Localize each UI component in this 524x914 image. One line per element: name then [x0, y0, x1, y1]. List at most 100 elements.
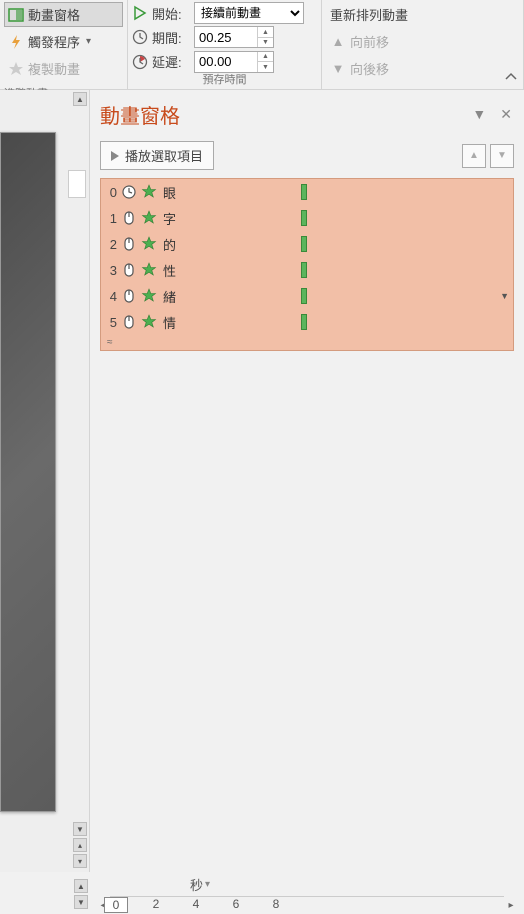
timeline-bar[interactable]	[301, 262, 307, 278]
ribbon: 動畫窗格 觸發程序 ▾ 複製動畫 進階動畫 開始: 接續前動畫	[0, 0, 524, 90]
move-earlier-button: ▲ 向前移	[326, 29, 519, 54]
effect-star-icon	[141, 288, 157, 304]
animation-index: 3	[107, 263, 117, 278]
ruler-tick[interactable]: 4	[184, 897, 208, 911]
collapse-list-button[interactable]: ≈	[101, 335, 513, 350]
animation-pane-button[interactable]: 動畫窗格	[4, 2, 123, 27]
copy-animation-label: 複製動畫	[28, 59, 80, 78]
item-menu-arrow[interactable]: ▼	[500, 291, 509, 301]
effect-star-icon	[141, 210, 157, 226]
animation-item[interactable]: 5情	[101, 309, 513, 335]
animation-item[interactable]: 3性	[101, 257, 513, 283]
ruler-scroll-right[interactable]: ▸	[504, 898, 518, 912]
ruler-tick[interactable]: 8	[264, 897, 288, 911]
play-selection-button[interactable]: 播放選取項目	[100, 141, 214, 170]
scroll-up-button[interactable]: ▲	[74, 879, 88, 893]
pane-icon	[8, 7, 24, 23]
star-icon	[8, 61, 24, 77]
ruler-tick[interactable]: 0	[104, 897, 128, 913]
delay-clock-icon	[132, 54, 148, 70]
mouse-icon	[121, 262, 137, 278]
scroll-top-button[interactable]: ▴	[73, 838, 87, 852]
pane-close-button[interactable]: ✕	[500, 106, 512, 123]
mouse-icon	[121, 210, 137, 226]
timeline-bar[interactable]	[301, 314, 307, 330]
scroll-bottom-button[interactable]: ▾	[73, 854, 87, 868]
slide-thumbnail-strip: ▲ ▼ ▴ ▾	[0, 90, 90, 872]
animation-index: 2	[107, 237, 117, 252]
animation-pane-label: 動畫窗格	[28, 5, 80, 24]
arrow-down-icon: ▼	[330, 61, 346, 77]
trigger-label: 觸發程序	[28, 32, 80, 51]
animation-item[interactable]: 4 緒 ▼	[101, 283, 513, 309]
move-up-button[interactable]: ▲	[462, 144, 486, 168]
timeline-bar[interactable]	[301, 236, 307, 252]
delay-input[interactable]	[195, 54, 255, 69]
animation-item[interactable]: 1字	[101, 205, 513, 231]
duration-input[interactable]	[195, 30, 255, 45]
animation-name: 的	[163, 235, 176, 254]
timing-group-label: 預存時間	[128, 71, 321, 87]
effect-star-icon	[141, 184, 157, 200]
animation-name: 緒	[163, 287, 176, 306]
timeline-footer: 秒▾ ◂ 02468 ▸	[90, 873, 524, 913]
spin-up[interactable]: ▲	[258, 52, 273, 63]
slide-thumbnail[interactable]	[0, 132, 56, 812]
ruler-tick[interactable]: 6	[224, 897, 248, 911]
timeline-bar[interactable]	[301, 184, 307, 200]
clock-icon	[132, 29, 148, 45]
effect-star-icon	[141, 262, 157, 278]
ribbon-group-advanced: 動畫窗格 觸發程序 ▾ 複製動畫 進階動畫	[0, 0, 128, 89]
main-area: ▲ ▼ ▴ ▾ 動畫窗格 ▼ ✕ 播放選取項目 ▲ ▼	[0, 90, 524, 872]
copy-animation-button: 複製動畫	[4, 56, 123, 81]
animation-pane: 動畫窗格 ▼ ✕ 播放選取項目 ▲ ▼ 0眼1字2的3性4緒▼5情≈	[90, 90, 524, 872]
duration-spinner[interactable]: ▲▼	[194, 26, 274, 48]
scroll-up-button[interactable]: ▲	[73, 92, 87, 106]
start-select[interactable]: 接續前動畫	[194, 2, 304, 24]
timeline-ruler: ◂ 02468 ▸	[90, 896, 524, 914]
animation-item[interactable]: 2的	[101, 231, 513, 257]
delay-spinner[interactable]: ▲▼	[194, 51, 274, 73]
lightning-icon	[8, 34, 24, 50]
ribbon-group-timing: 開始: 接續前動畫 期間: ▲▼ 延遲: ▲▼ 預存時間	[128, 0, 322, 89]
clock-icon	[121, 184, 137, 200]
scroll-down-button[interactable]: ▼	[74, 895, 88, 909]
trigger-button[interactable]: 觸發程序 ▾	[4, 29, 123, 54]
animation-name: 眼	[163, 183, 176, 202]
mouse-icon	[121, 314, 137, 330]
animation-name: 性	[163, 261, 176, 280]
animation-index: 5	[107, 315, 117, 330]
mouse-icon	[121, 288, 137, 304]
effect-star-icon	[141, 236, 157, 252]
pane-options-button[interactable]: ▼	[472, 106, 486, 123]
pane-title: 動畫窗格	[100, 100, 180, 129]
spin-up[interactable]: ▲	[258, 27, 273, 38]
pane-toolbar: 播放選取項目 ▲ ▼	[90, 137, 524, 174]
animation-name: 情	[163, 313, 176, 332]
timeline-bar[interactable]	[301, 210, 307, 226]
play-selection-label: 播放選取項目	[125, 146, 203, 165]
scroll-down-button[interactable]: ▼	[73, 822, 87, 836]
animation-item[interactable]: 0眼	[101, 179, 513, 205]
animation-name: 字	[163, 209, 176, 228]
ruler-tick[interactable]: 2	[144, 897, 168, 911]
animation-index: 0	[107, 185, 117, 200]
animation-list: 0眼1字2的3性4緒▼5情≈	[100, 178, 514, 351]
spin-down[interactable]: ▼	[258, 38, 273, 48]
animation-index: 4	[107, 289, 117, 304]
move-down-button[interactable]: ▼	[490, 144, 514, 168]
chevron-down-icon: ▾	[86, 36, 91, 47]
collapse-ribbon-button[interactable]	[503, 69, 519, 85]
play-icon	[132, 5, 148, 21]
time-unit-selector[interactable]: 秒▾	[90, 873, 524, 896]
duration-label: 期間:	[152, 28, 190, 47]
timeline-bar[interactable]	[301, 288, 307, 304]
play-icon	[111, 151, 119, 161]
reorder-label: 重新排列動畫	[326, 2, 519, 27]
ruler-track[interactable]: 02468	[110, 896, 504, 914]
start-label: 開始:	[152, 4, 190, 23]
mouse-icon	[121, 236, 137, 252]
slide-thumbnail-small[interactable]	[68, 170, 86, 198]
effect-star-icon	[141, 314, 157, 330]
animation-index: 1	[107, 211, 117, 226]
